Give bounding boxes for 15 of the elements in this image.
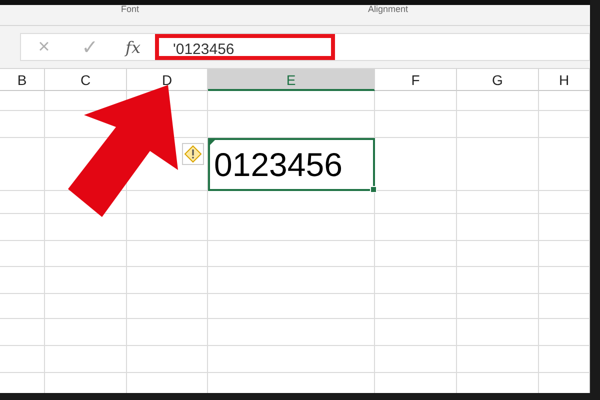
formula-input-field[interactable]: '0123456 [155, 34, 335, 60]
ribbon-group-label: Alignment [368, 5, 408, 14]
insert-function-button[interactable]: fx [113, 38, 153, 56]
column-header[interactable]: H [539, 69, 590, 91]
column-header[interactable]: C [45, 69, 127, 91]
error-indicator-icon [210, 140, 215, 145]
active-cell[interactable]: 0123456 [208, 138, 375, 191]
fill-handle[interactable] [370, 186, 377, 193]
ribbon-group-label: Font [121, 5, 140, 14]
warning-icon[interactable] [182, 143, 204, 165]
column-header[interactable]: B [0, 69, 45, 91]
column-header[interactable]: F [375, 69, 457, 91]
column-header[interactable]: G [457, 69, 539, 91]
column-header[interactable]: E [208, 69, 375, 91]
column-header[interactable]: D [127, 69, 208, 91]
